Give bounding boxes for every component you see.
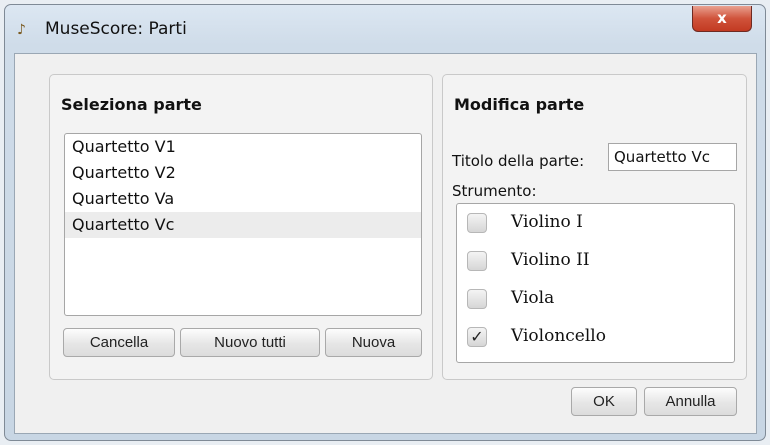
window-title: MuseScore: Parti bbox=[45, 19, 187, 39]
instrument-label: Strumento: bbox=[452, 182, 537, 200]
delete-part-button[interactable]: Cancella bbox=[63, 328, 175, 357]
instrument-name: Viola bbox=[511, 288, 555, 308]
instrument-list[interactable]: Violino I Violino II Viola ✓ Violoncello bbox=[456, 203, 735, 363]
parts-list[interactable]: Quartetto V1 Quartetto V2 Quartetto Va Q… bbox=[64, 133, 422, 316]
instrument-row[interactable]: Violino I bbox=[457, 204, 734, 242]
select-part-group: Seleziona parte Quartetto V1 Quartetto V… bbox=[49, 74, 433, 380]
musescore-icon: ♪ bbox=[17, 22, 26, 38]
instrument-row[interactable]: Violino II bbox=[457, 242, 734, 280]
list-item-selected[interactable]: Quartetto Vc bbox=[65, 212, 421, 238]
close-button[interactable]: x bbox=[692, 6, 752, 32]
checkbox-violino-2[interactable] bbox=[467, 251, 487, 271]
new-part-button[interactable]: Nuova bbox=[325, 328, 422, 357]
cancel-button[interactable]: Annulla bbox=[644, 387, 737, 416]
instrument-name: Violoncello bbox=[511, 326, 606, 346]
instrument-row[interactable]: ✓ Violoncello bbox=[457, 318, 734, 356]
select-part-heading: Seleziona parte bbox=[61, 95, 202, 114]
new-all-parts-button[interactable]: Nuovo tutti bbox=[180, 328, 320, 357]
title-bar[interactable]: ♪ MuseScore: Parti x bbox=[5, 5, 765, 53]
instrument-name: Violino I bbox=[511, 212, 583, 232]
ok-button[interactable]: OK bbox=[571, 387, 637, 416]
part-title-label: Titolo della parte: bbox=[452, 152, 585, 170]
list-item[interactable]: Quartetto V2 bbox=[65, 160, 421, 186]
edit-part-group: Modifica parte Titolo della parte: Quart… bbox=[442, 74, 747, 380]
close-icon: x bbox=[717, 9, 727, 27]
checkbox-viola[interactable] bbox=[467, 289, 487, 309]
dialog-window: ♪ MuseScore: Parti x Seleziona parte Qua… bbox=[4, 4, 766, 441]
checkbox-violino-1[interactable] bbox=[467, 213, 487, 233]
checkbox-violoncello[interactable]: ✓ bbox=[467, 327, 487, 347]
checkmark-icon: ✓ bbox=[470, 327, 484, 346]
edit-part-heading: Modifica parte bbox=[454, 95, 585, 114]
instrument-row[interactable]: Viola bbox=[457, 280, 734, 318]
list-item[interactable]: Quartetto Va bbox=[65, 186, 421, 212]
list-item[interactable]: Quartetto V1 bbox=[65, 134, 421, 160]
instrument-name: Violino II bbox=[511, 250, 590, 270]
part-title-input[interactable]: Quartetto Vc bbox=[608, 143, 737, 171]
dialog-body: Seleziona parte Quartetto V1 Quartetto V… bbox=[14, 53, 757, 434]
